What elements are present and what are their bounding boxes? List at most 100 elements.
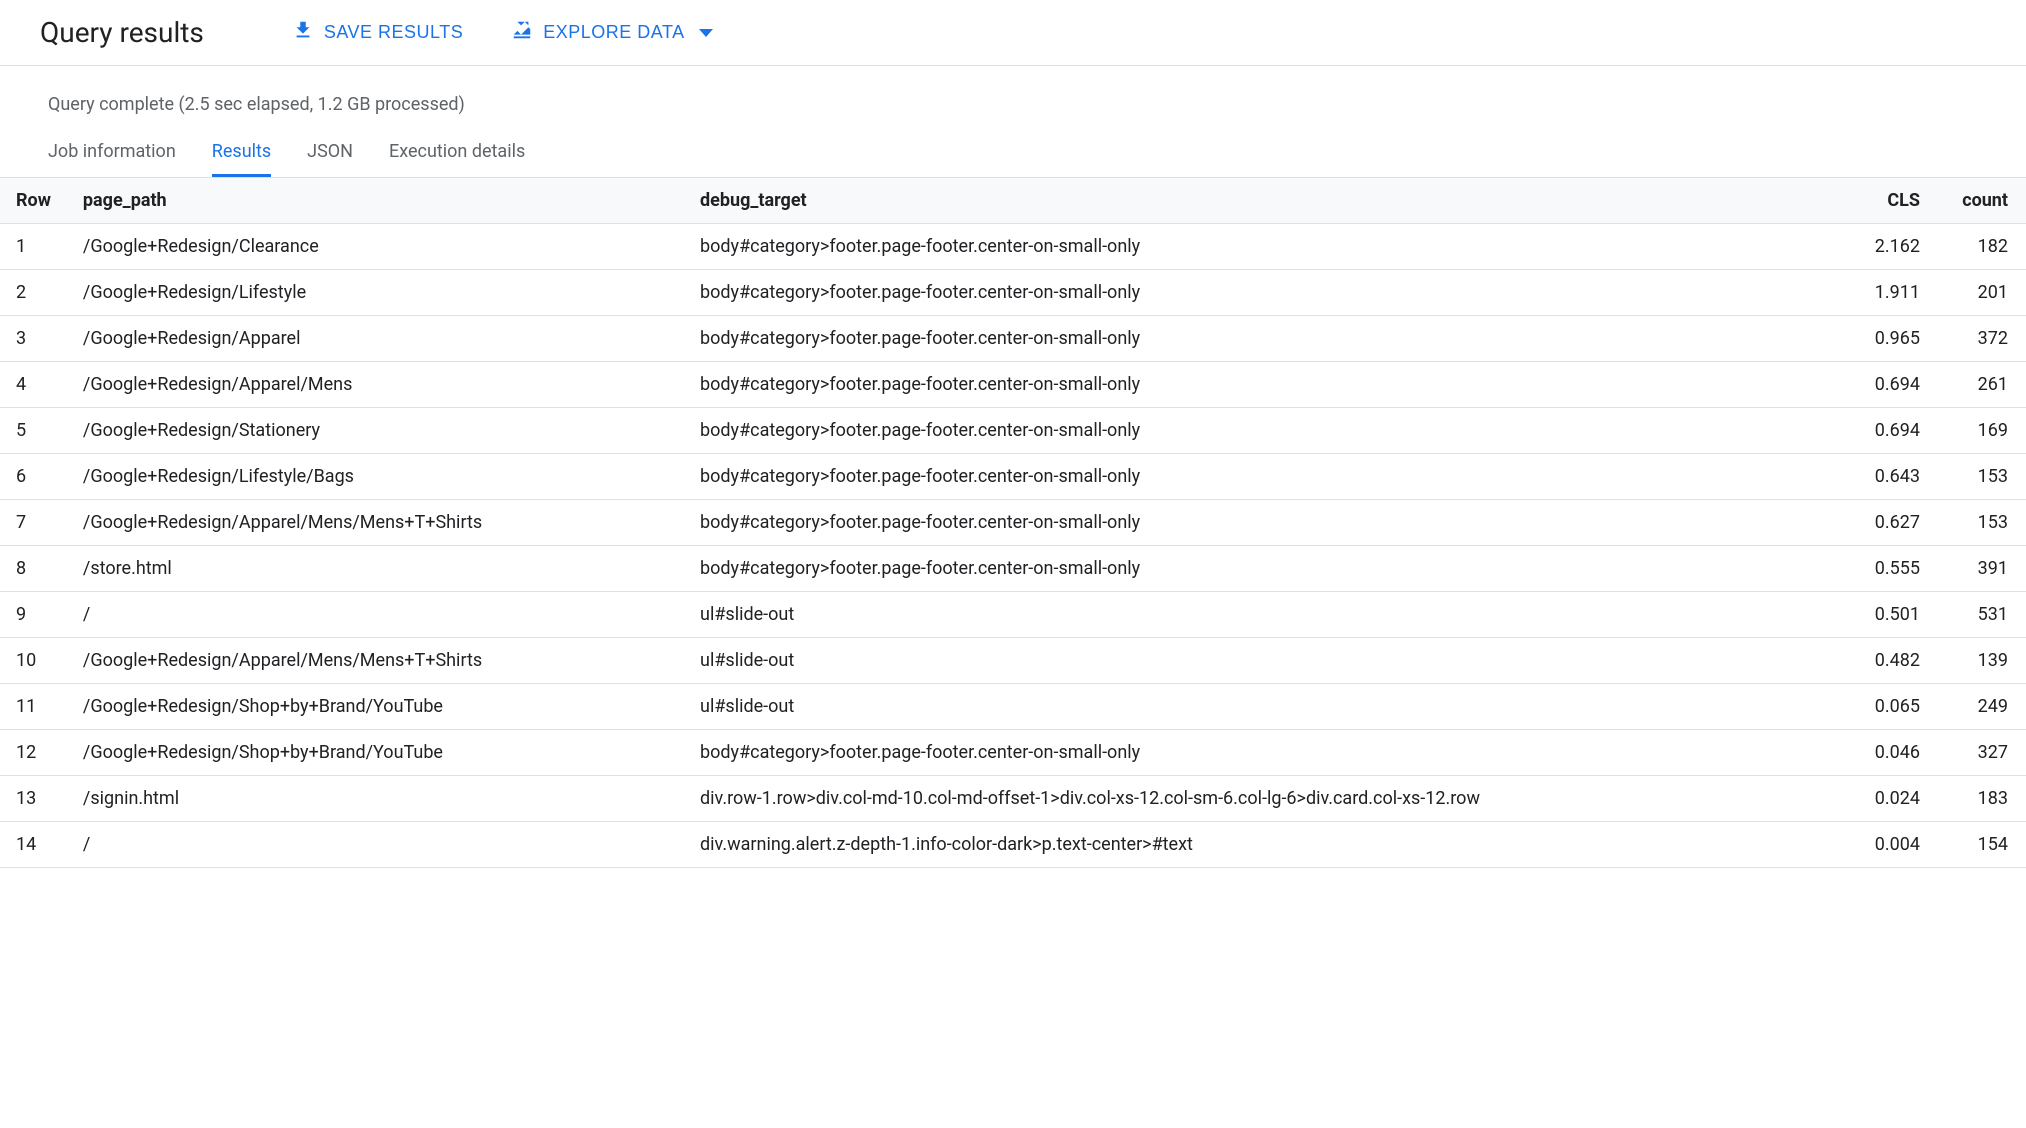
cell-cls: 0.627 [1846,500,1936,546]
cell-count: 327 [1936,730,2026,776]
table-header-row: Row page_path debug_target CLS count [0,178,2026,224]
table-row: 1/Google+Redesign/Clearancebody#category… [0,224,2026,270]
table-row: 12/Google+Redesign/Shop+by+Brand/YouTube… [0,730,2026,776]
save-results-label: SAVE RESULTS [324,22,463,43]
cell-count: 182 [1936,224,2026,270]
cell-page-path: /Google+Redesign/Lifestyle [67,270,684,316]
cell-cls: 0.694 [1846,362,1936,408]
cell-row: 6 [0,454,67,500]
cell-row: 9 [0,592,67,638]
results-table-wrap: Row page_path debug_target CLS count 1/G… [0,177,2026,868]
cell-cls: 0.024 [1846,776,1936,822]
cell-debug-target: div.warning.alert.z-depth-1.info-color-d… [684,822,1846,868]
cell-row: 1 [0,224,67,270]
table-row: 11/Google+Redesign/Shop+by+Brand/YouTube… [0,684,2026,730]
cell-row: 14 [0,822,67,868]
cell-page-path: /Google+Redesign/Apparel/Mens/Mens+T+Shi… [67,638,684,684]
col-page-path: page_path [67,178,684,224]
query-status: Query complete (2.5 sec elapsed, 1.2 GB … [0,66,2026,131]
cell-debug-target: ul#slide-out [684,638,1846,684]
cell-count: 153 [1936,454,2026,500]
table-row: 9/ul#slide-out0.501531 [0,592,2026,638]
cell-cls: 0.643 [1846,454,1936,500]
chart-icon [511,19,533,46]
cell-debug-target: body#category>footer.page-footer.center-… [684,316,1846,362]
cell-count: 261 [1936,362,2026,408]
cell-cls: 0.004 [1846,822,1936,868]
cell-debug-target: body#category>footer.page-footer.center-… [684,224,1846,270]
cell-page-path: /Google+Redesign/Stationery [67,408,684,454]
cell-cls: 0.965 [1846,316,1936,362]
cell-row: 7 [0,500,67,546]
table-row: 2/Google+Redesign/Lifestylebody#category… [0,270,2026,316]
cell-count: 249 [1936,684,2026,730]
cell-cls: 0.501 [1846,592,1936,638]
col-count: count [1936,178,2026,224]
table-body: 1/Google+Redesign/Clearancebody#category… [0,224,2026,868]
cell-debug-target: body#category>footer.page-footer.center-… [684,454,1846,500]
cell-page-path: /Google+Redesign/Clearance [67,224,684,270]
table-row: 8/store.htmlbody#category>footer.page-fo… [0,546,2026,592]
cell-count: 201 [1936,270,2026,316]
col-debug-target: debug_target [684,178,1846,224]
tab-job-information[interactable]: Job information [48,131,176,177]
cell-cls: 0.694 [1846,408,1936,454]
cell-count: 139 [1936,638,2026,684]
explore-data-button[interactable]: EXPLORE DATA [511,19,712,46]
explore-data-label: EXPLORE DATA [543,22,684,43]
cell-row: 3 [0,316,67,362]
chevron-down-icon [699,29,713,37]
table-row: 14/div.warning.alert.z-depth-1.info-colo… [0,822,2026,868]
cell-page-path: / [67,592,684,638]
cell-count: 372 [1936,316,2026,362]
table-row: 7/Google+Redesign/Apparel/Mens/Mens+T+Sh… [0,500,2026,546]
tab-execution-details[interactable]: Execution details [389,131,525,177]
cell-row: 5 [0,408,67,454]
cell-page-path: /Google+Redesign/Apparel [67,316,684,362]
tab-results[interactable]: Results [212,131,271,177]
cell-debug-target: body#category>footer.page-footer.center-… [684,546,1846,592]
cell-page-path: /Google+Redesign/Lifestyle/Bags [67,454,684,500]
cell-cls: 1.911 [1846,270,1936,316]
download-icon [292,19,314,46]
table-row: 13/signin.htmldiv.row-1.row>div.col-md-1… [0,776,2026,822]
cell-row: 12 [0,730,67,776]
tab-json[interactable]: JSON [307,131,353,177]
cell-row: 2 [0,270,67,316]
cell-page-path: /Google+Redesign/Shop+by+Brand/YouTube [67,684,684,730]
cell-count: 391 [1936,546,2026,592]
cell-row: 8 [0,546,67,592]
cell-debug-target: ul#slide-out [684,684,1846,730]
cell-cls: 0.482 [1846,638,1936,684]
cell-debug-target: body#category>footer.page-footer.center-… [684,408,1846,454]
cell-page-path: /Google+Redesign/Apparel/Mens [67,362,684,408]
result-tabs: Job information Results JSON Execution d… [0,131,2026,177]
cell-cls: 0.555 [1846,546,1936,592]
save-results-button[interactable]: SAVE RESULTS [292,19,463,46]
table-row: 6/Google+Redesign/Lifestyle/Bagsbody#cat… [0,454,2026,500]
cell-page-path: / [67,822,684,868]
cell-count: 154 [1936,822,2026,868]
page-title: Query results [40,16,204,49]
table-row: 4/Google+Redesign/Apparel/Mensbody#categ… [0,362,2026,408]
cell-cls: 0.046 [1846,730,1936,776]
cell-page-path: /store.html [67,546,684,592]
cell-debug-target: ul#slide-out [684,592,1846,638]
cell-row: 10 [0,638,67,684]
cell-count: 169 [1936,408,2026,454]
col-cls: CLS [1846,178,1936,224]
table-row: 5/Google+Redesign/Stationerybody#categor… [0,408,2026,454]
results-table: Row page_path debug_target CLS count 1/G… [0,177,2026,868]
cell-row: 4 [0,362,67,408]
cell-count: 153 [1936,500,2026,546]
cell-cls: 0.065 [1846,684,1936,730]
col-row: Row [0,178,67,224]
cell-page-path: /signin.html [67,776,684,822]
cell-page-path: /Google+Redesign/Shop+by+Brand/YouTube [67,730,684,776]
results-header: Query results SAVE RESULTS EXPLORE DATA [0,0,2026,66]
table-row: 10/Google+Redesign/Apparel/Mens/Mens+T+S… [0,638,2026,684]
cell-debug-target: div.row-1.row>div.col-md-10.col-md-offse… [684,776,1846,822]
cell-debug-target: body#category>footer.page-footer.center-… [684,270,1846,316]
cell-count: 183 [1936,776,2026,822]
cell-debug-target: body#category>footer.page-footer.center-… [684,730,1846,776]
